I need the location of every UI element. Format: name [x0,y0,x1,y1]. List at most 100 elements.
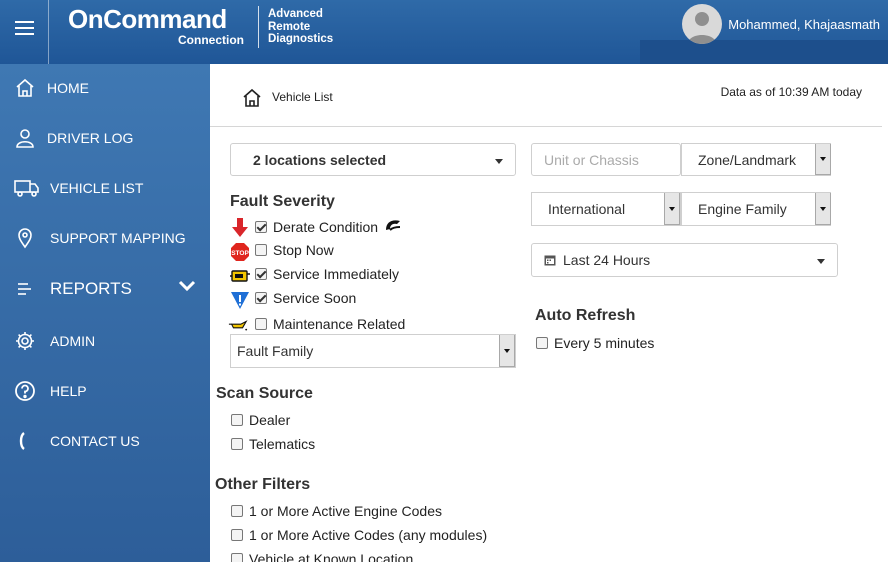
sidebar-item-help[interactable]: HELP [0,367,210,415]
sidebar-item-label: HOME [47,80,89,96]
map-pin-icon [12,225,38,251]
fault-service-immediately-row[interactable]: Service Immediately [255,266,399,282]
avatar[interactable] [682,4,723,44]
user-icon [12,125,38,151]
breadcrumb: Vehicle List [272,90,333,104]
divider [210,126,882,127]
help-icon [12,378,38,404]
auto-refresh-checkbox[interactable] [536,337,548,349]
warning-triangle-icon [230,290,250,310]
known-location-label: Vehicle at Known Location [249,551,414,562]
stop-now-checkbox[interactable] [255,244,267,256]
fault-family-select[interactable]: Fault Family [230,334,516,368]
sidebar-item-admin[interactable]: ADMIN [0,317,210,365]
user-name[interactable]: Mohammed, Khajaasmath [728,17,880,32]
service-immediately-label: Service Immediately [273,266,400,282]
main-content: Vehicle List Data as of 10:39 AM today 2… [210,64,888,562]
other-filter-row[interactable]: 1 or More Active Codes (any modules) [231,527,487,543]
zone-value: Zone/Landmark [698,151,797,168]
sidebar-item-support-mapping[interactable]: SUPPORT MAPPING [0,214,210,262]
fault-derate-row[interactable]: Derate Condition [255,218,402,235]
service-soon-label: Service Soon [273,290,357,306]
auto-refresh-row[interactable]: Every 5 minutes [536,335,654,351]
scan-dealer-row[interactable]: Dealer [231,412,290,428]
zone-landmark-select[interactable]: Zone/Landmark [681,143,831,176]
sidebar-item-driver-log[interactable]: DRIVER LOG [0,114,210,162]
menu-icon[interactable] [0,0,48,56]
locations-value: 2 locations selected [253,151,387,168]
derate-arrow-icon [230,218,250,238]
unit-chassis-input[interactable]: Unit or Chassis [531,143,681,176]
sidebar-item-home[interactable]: HOME [0,64,210,112]
sidebar-item-contact-us[interactable]: CONTACT US [0,417,210,465]
maintenance-label: Maintenance Related [273,316,406,332]
fault-service-soon-row[interactable]: Service Soon [255,290,356,306]
auto-refresh-label: Every 5 minutes [554,335,655,351]
service-soon-checkbox[interactable] [255,292,267,304]
time-range-select[interactable]: Last 24 Hours [531,243,838,277]
caret-down-icon [495,159,503,164]
active-engine-codes-checkbox[interactable] [231,505,243,517]
other-filter-row[interactable]: Vehicle at Known Location [231,551,413,562]
service-immediately-checkbox[interactable] [255,268,267,280]
maintenance-checkbox[interactable] [255,318,267,330]
sidebar-item-label: CONTACT US [50,433,140,449]
sidebar-item-label: HELP [50,383,87,399]
dealer-label: Dealer [249,412,291,428]
svg-text:STOP: STOP [231,250,249,257]
fault-severity-title: Fault Severity [230,193,335,210]
auto-refresh-title: Auto Refresh [535,307,636,324]
stop-now-label: Stop Now [273,242,334,258]
gear-icon [12,328,38,354]
select-arrow-icon [815,193,831,225]
app-header: OnCommand Connection Advanced Remote Dia… [0,0,888,64]
fault-stop-now-row[interactable]: Stop Now [255,242,334,258]
caret-down-icon [817,259,825,264]
active-engine-codes-label: 1 or More Active Engine Codes [249,503,442,519]
telematics-checkbox[interactable] [231,438,243,450]
sidebar-item-label: VEHICLE LIST [50,180,144,196]
sidebar-item-reports[interactable]: REPORTS [0,265,210,313]
scan-source-title: Scan Source [216,385,313,402]
known-location-checkbox[interactable] [231,553,243,562]
telematics-label: Telematics [249,436,316,452]
sidebar-item-vehicle-list[interactable]: VEHICLE LIST [0,164,210,212]
locations-select[interactable]: 2 locations selected [230,143,516,176]
engine-family-select[interactable]: Engine Family [681,192,831,226]
select-arrow-icon [815,144,831,175]
home-icon[interactable] [242,88,262,113]
active-codes-any-label: 1 or More Active Codes (any modules) [249,527,488,543]
home-icon [12,75,38,101]
user-menu[interactable]: Mohammed, Khajaasmath [682,4,880,44]
stop-sign-icon: STOP [230,242,250,262]
sidebar-item-label: REPORTS [50,279,132,298]
data-timestamp: Data as of 10:39 AM today [720,85,862,99]
sidebar: HOME DRIVER LOG VEHICLE LIST SUPPORT MAP… [0,64,210,562]
sidebar-item-label: DRIVER LOG [47,130,134,146]
logo-oncommand: OnCommand [68,4,227,34]
logo-connection: Connection [178,33,244,47]
active-codes-any-checkbox[interactable] [231,529,243,541]
logo-product-line: Advanced [268,8,323,20]
oil-can-icon [228,316,248,336]
logo-product-line: Diagnostics [268,33,334,45]
derate-checkbox[interactable] [255,220,267,233]
scan-telematics-row[interactable]: Telematics [231,436,315,452]
time-range-value: Last 24 Hours [563,252,651,268]
derate-label: Derate Condition [273,218,379,235]
make-select[interactable]: International [531,192,681,226]
truck-icon [14,175,40,201]
sidebar-item-label: ADMIN [50,333,96,349]
header-divider [48,0,49,64]
engine-family-value: Engine Family [698,201,787,217]
unit-chassis-placeholder: Unit or Chassis [544,151,639,168]
chevron-down-icon[interactable] [178,279,196,297]
logo-product-line: Remote [268,20,311,33]
calendar-icon [544,253,556,269]
dealer-checkbox[interactable] [231,414,243,426]
fault-maintenance-row[interactable]: Maintenance Related [255,316,405,332]
other-filters-title: Other Filters [215,476,311,493]
select-arrow-icon [664,193,680,225]
other-filter-row[interactable]: 1 or More Active Engine Codes [231,503,442,519]
fault-family-value: Fault Family [237,343,314,359]
